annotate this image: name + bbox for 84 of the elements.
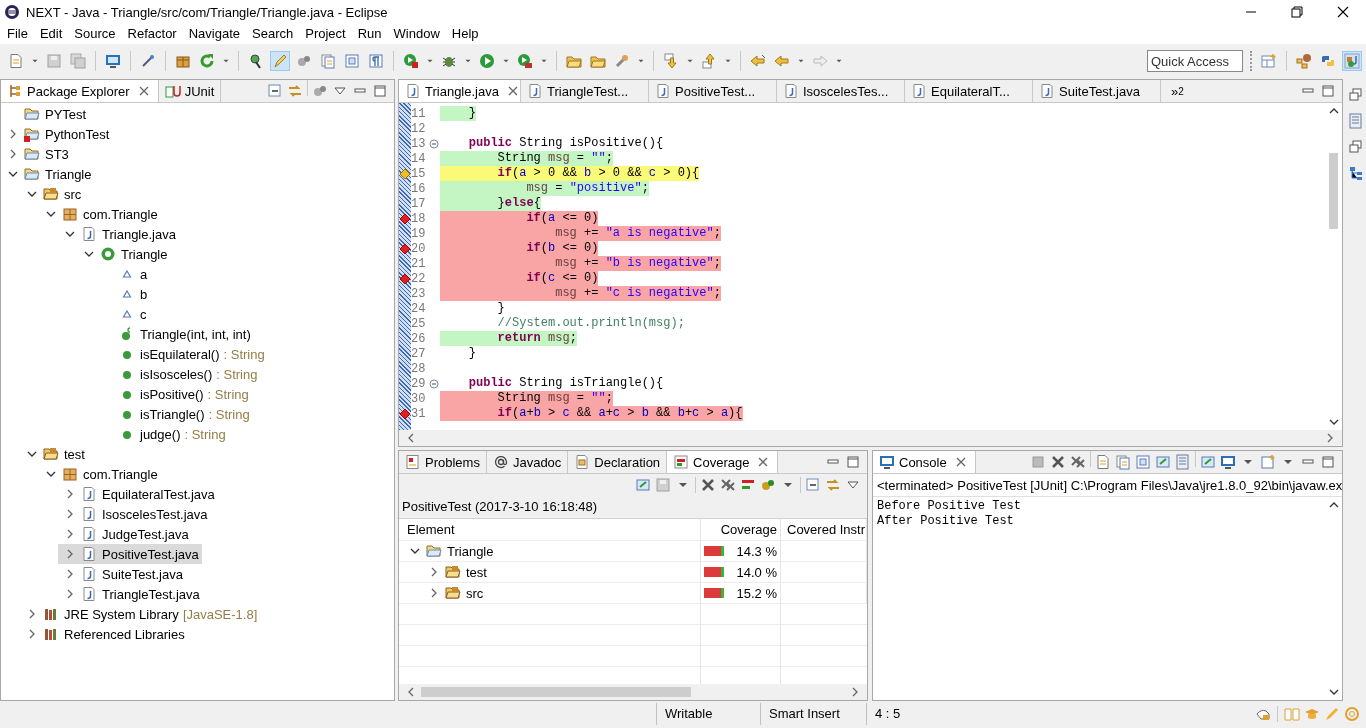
line-number: 28	[411, 361, 427, 376]
column-header[interactable]: Coverage	[701, 519, 781, 540]
tree-item[interactable]: com.Triangle	[39, 464, 161, 484]
line-number: 29	[411, 376, 427, 391]
tab[interactable]: Console	[873, 451, 976, 473]
tree-item[interactable]: IsoscelesTest.java	[58, 504, 211, 524]
status-field: Writable	[656, 703, 756, 725]
line-number: 30	[411, 391, 427, 406]
line-number: 12	[411, 121, 427, 136]
column-header[interactable]: Covered Instr	[781, 519, 867, 540]
line-number: 16	[411, 181, 427, 196]
menu-item[interactable]: Run	[351, 24, 388, 44]
tree-item[interactable]: a	[96, 264, 151, 284]
line-number: 11	[411, 106, 427, 121]
tree-item[interactable]: EquilateralTest.java	[58, 484, 218, 504]
menu-item[interactable]: File	[1, 24, 34, 44]
window-title: NEXT - Java - Triangle/src/com/Triangle/Triangle.java - Eclipse	[26, 4, 389, 20]
tree-item[interactable]: com.Triangle	[39, 204, 161, 224]
line-number: 17	[411, 196, 427, 211]
status-field: Smart Insert	[760, 703, 862, 725]
status-field: 4 : 5	[866, 703, 956, 725]
tree-item[interactable]: JRE System Library [JavaSE-1.8]	[20, 604, 261, 624]
line-number: 13	[411, 136, 427, 151]
line-number: 22	[411, 271, 427, 286]
line-number: 19	[411, 226, 427, 241]
menu-item[interactable]: Search	[246, 24, 300, 44]
menu-item[interactable]: Refactor	[121, 24, 183, 44]
tree-item[interactable]: c	[96, 304, 150, 324]
tree-item[interactable]: src	[20, 184, 85, 204]
tab[interactable]: Coverage	[667, 451, 779, 473]
line-number: 26	[411, 331, 427, 346]
menu-item[interactable]: Source	[68, 24, 122, 44]
code-line: }	[467, 346, 476, 361]
tree-item[interactable]: b	[96, 284, 151, 304]
tree-item[interactable]: PositiveTest.java	[58, 544, 202, 564]
code-line: public String isTriangle(){	[467, 376, 664, 391]
line-number: 14	[411, 151, 427, 166]
line-number: 18	[411, 211, 427, 226]
menu-item[interactable]: Window	[387, 24, 446, 44]
session-label: PositiveTest (2017-3-10 16:18:48)	[399, 496, 867, 518]
tree-item[interactable]: SuiteTest.java	[58, 564, 186, 584]
console-line: Before Positive Test	[877, 499, 1023, 514]
column-header[interactable]: Element	[399, 519, 701, 540]
tree-item[interactable]: isPositive() : String	[96, 384, 252, 404]
line-number: 20	[411, 241, 427, 256]
line-number: 15	[411, 166, 427, 181]
console-line: After Positive Test	[877, 514, 1015, 529]
menu-item[interactable]: Edit	[33, 24, 69, 44]
tab[interactable]: Package Explorer	[1, 80, 159, 102]
tree-item[interactable]: Triangle	[1, 164, 95, 184]
menu-item[interactable]: Navigate	[182, 24, 246, 44]
tree-item[interactable]: isEquilateral() : String	[96, 344, 268, 364]
line-number: 23	[411, 286, 427, 301]
tree-item[interactable]: judge() : String	[96, 424, 229, 444]
tree-item[interactable]: test	[20, 444, 88, 464]
quick-access-field[interactable]: Quick Access	[1147, 50, 1243, 72]
coverage-value: 14.0 %	[736, 564, 777, 580]
tab[interactable]: Triangle.java	[399, 80, 521, 102]
code-line: }	[496, 301, 505, 316]
line-number: 25	[411, 316, 427, 331]
menu-item[interactable]: Help	[445, 24, 485, 44]
tree-item[interactable]: Referenced Libraries	[20, 624, 188, 644]
tree-item[interactable]: isTriangle() : String	[96, 404, 253, 424]
tree-item[interactable]: JudgeTest.java	[58, 524, 192, 544]
line-number: 27	[411, 346, 427, 361]
tree-item[interactable]: PythonTest	[1, 124, 113, 144]
tree-item[interactable]: isIsosceles() : String	[96, 364, 261, 384]
tree-item-label[interactable]: Triangle	[447, 543, 494, 559]
line-number: 31	[411, 406, 427, 421]
tree-item-label[interactable]: test	[466, 564, 487, 580]
code-line: //System.out.println(msg);	[496, 316, 685, 331]
coverage-value: 15.2 %	[736, 585, 777, 601]
code-line: public String isPositive(){	[467, 136, 664, 151]
tree-item[interactable]: Triangle.java	[58, 224, 179, 244]
line-number: 24	[411, 301, 427, 316]
tree-item[interactable]: Triangle(int, int, int)	[96, 324, 254, 344]
menu-item[interactable]: Project	[299, 24, 352, 44]
line-number: 21	[411, 256, 427, 271]
coverage-value: 14.3 %	[736, 543, 777, 559]
tree-item[interactable]: PYTest	[1, 104, 90, 124]
tree-item[interactable]: Triangle	[77, 244, 171, 264]
tree-item[interactable]: ST3	[1, 144, 72, 164]
tree-item[interactable]: TriangleTest.java	[58, 584, 203, 604]
tree-item-label[interactable]: src	[466, 585, 484, 601]
